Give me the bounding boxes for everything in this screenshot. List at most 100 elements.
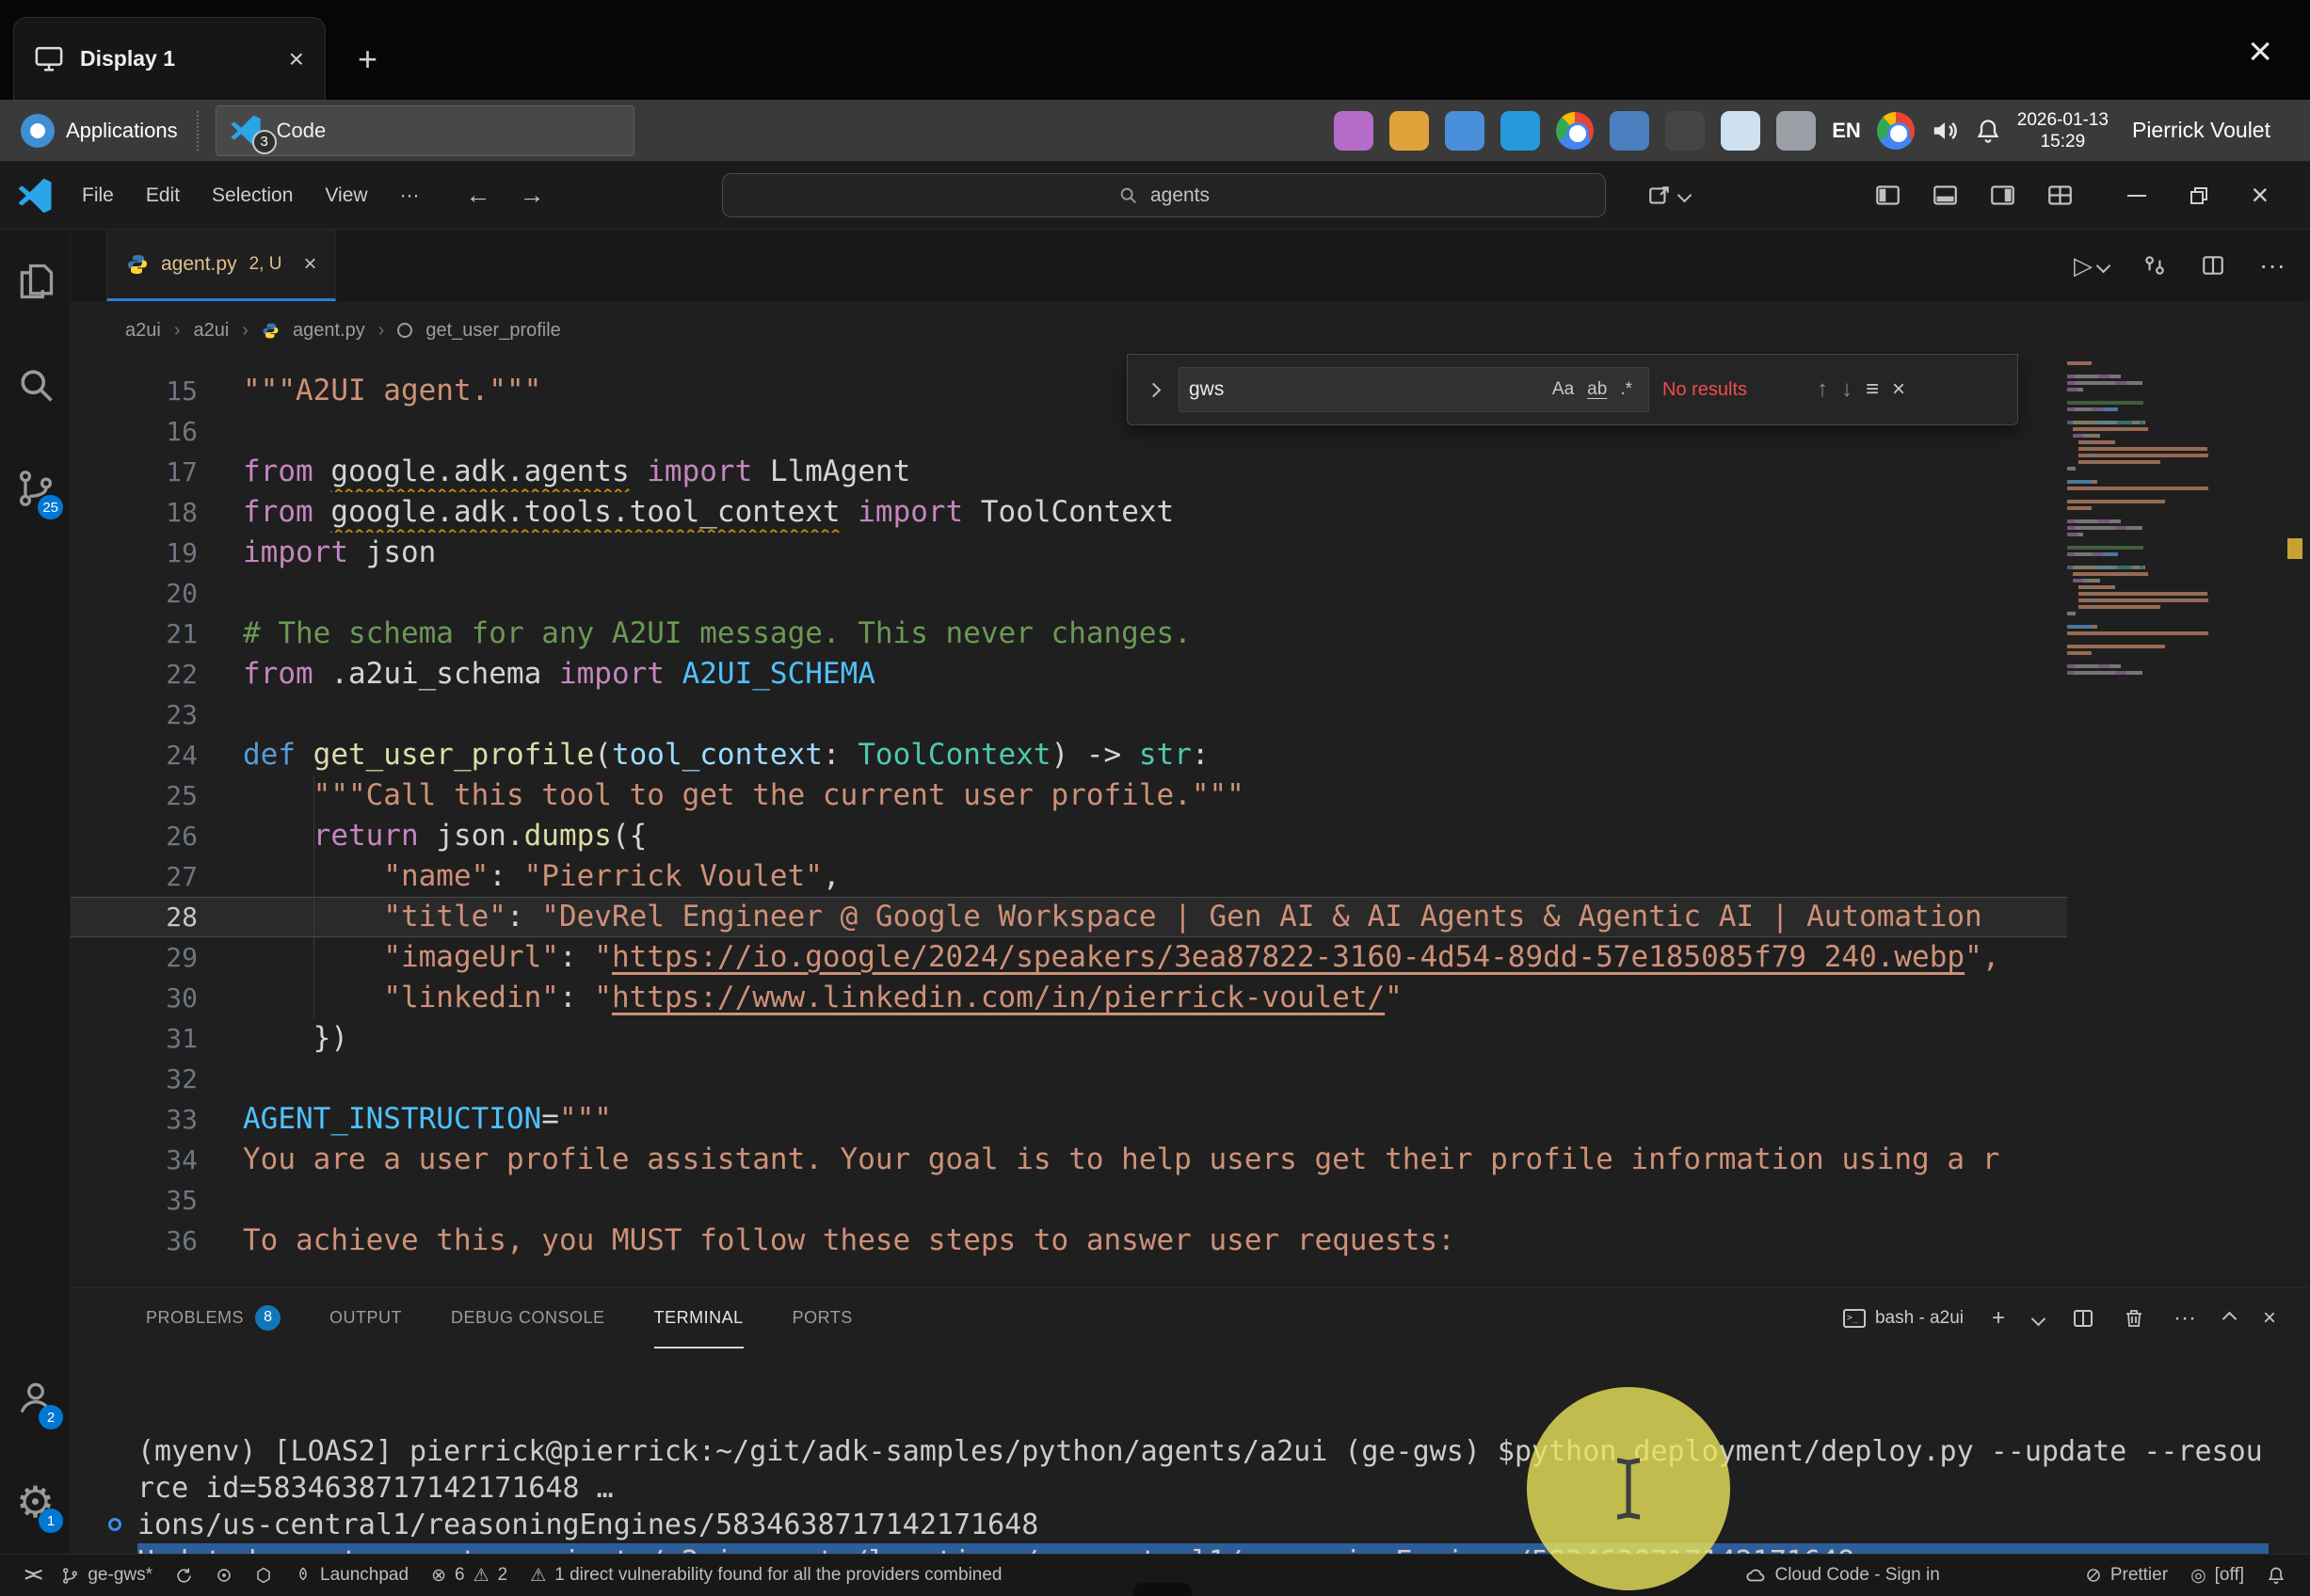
nav-back-icon[interactable]: ← xyxy=(466,181,491,210)
git-branch-item[interactable]: ge-gws* xyxy=(50,1555,164,1596)
find-close-icon[interactable]: × xyxy=(1892,376,1905,403)
close-icon[interactable]: × xyxy=(2251,178,2269,213)
breadcrumb-item-get_user_profile[interactable]: get_user_profile xyxy=(425,320,560,342)
status-extra-icon-2[interactable] xyxy=(244,1555,283,1596)
clock[interactable]: 2026-01-13 15:29 xyxy=(2017,109,2109,152)
activitybar-settings-icon[interactable]: ⚙ 1 xyxy=(0,1450,71,1554)
session-switcher[interactable] xyxy=(1647,162,1690,229)
code-line-23[interactable]: 23 xyxy=(71,694,2067,735)
find-previous-icon[interactable]: ↑ xyxy=(1817,376,1828,403)
command-decoration-icon[interactable] xyxy=(108,1518,121,1531)
restore-icon[interactable] xyxy=(2188,184,2210,207)
code-line-20[interactable]: 20 xyxy=(71,573,2067,614)
open-changes-icon[interactable] xyxy=(2142,253,2167,278)
code-line-29[interactable]: 29 "imageUrl": "https://io.google/2024/s… xyxy=(71,937,2067,978)
toggle-primary-sidebar-icon[interactable] xyxy=(1875,183,1901,208)
applications-menu-button[interactable]: Applications xyxy=(11,100,187,161)
code-line-24[interactable]: 24def get_user_profile(tool_context: Too… xyxy=(71,735,2067,775)
display-tab[interactable]: Display 1 × xyxy=(13,17,326,100)
tray-icon-app-magenta[interactable] xyxy=(1334,111,1373,151)
code-line-19[interactable]: 19import json xyxy=(71,533,2067,573)
editor-tab-agent-py[interactable]: agent.py 2, U × xyxy=(106,230,336,301)
toggle-secondary-sidebar-icon[interactable] xyxy=(1990,183,2015,208)
menu-file[interactable]: File xyxy=(68,177,128,215)
panel-tab-problems[interactable]: PROBLEMS8 xyxy=(146,1288,281,1349)
tray-icon-tools[interactable] xyxy=(1776,111,1816,151)
find-in-selection-icon[interactable]: ≡ xyxy=(1866,376,1879,403)
tray-icon-files[interactable] xyxy=(1610,111,1649,151)
code-line-30[interactable]: 30 "linkedin": "https://www.linkedin.com… xyxy=(71,978,2067,1018)
find-expand-chevron-icon[interactable] xyxy=(1141,385,1165,395)
panel-tab-output[interactable]: OUTPUT xyxy=(329,1288,402,1349)
new-tab-button[interactable]: + xyxy=(358,40,377,79)
display-tab-close-icon[interactable]: × xyxy=(289,44,304,74)
activitybar-source-control-icon[interactable]: 25 xyxy=(0,437,71,540)
remote-indicator[interactable]: >< xyxy=(13,1555,50,1596)
nav-forward-icon[interactable]: → xyxy=(520,181,545,210)
activitybar-accounts-icon[interactable]: 2 xyxy=(0,1347,71,1450)
tray-icon-gallery[interactable] xyxy=(1445,111,1484,151)
panel-tab-debug-console[interactable]: DEBUG CONSOLE xyxy=(451,1288,605,1349)
find-input[interactable] xyxy=(1189,378,1546,401)
prettier-status-item[interactable]: Prettier xyxy=(2074,1555,2179,1596)
run-python-file-button[interactable]: ▷ xyxy=(2074,251,2109,280)
code-line-27[interactable]: 27 "name": "Pierrick Voulet", xyxy=(71,856,2067,897)
breadcrumb-item-a2ui[interactable]: a2ui xyxy=(193,320,229,342)
menu-more[interactable]: ··· xyxy=(386,177,434,215)
panel-more-actions-icon[interactable]: ··· xyxy=(2174,1305,2196,1332)
maximize-panel-icon[interactable] xyxy=(2222,1311,2238,1326)
keyboard-layout-indicator[interactable]: EN xyxy=(1832,119,1861,143)
taskbar-window-button-code[interactable]: 3 Code xyxy=(216,105,634,156)
terminal-profile-chevron-icon[interactable] xyxy=(2031,1311,2046,1326)
launchpad-item[interactable]: Launchpad xyxy=(283,1555,420,1596)
code-line-32[interactable]: 32 xyxy=(71,1059,2067,1099)
chrome-icon[interactable] xyxy=(1877,112,1915,150)
tray-icon-app-amber[interactable] xyxy=(1389,111,1429,151)
more-actions-icon[interactable]: ··· xyxy=(2259,250,2286,280)
status-extra-icon-1[interactable] xyxy=(204,1555,244,1596)
menu-view[interactable]: View xyxy=(311,177,381,215)
window-close-button[interactable]: × xyxy=(2248,28,2272,75)
code-line-31[interactable]: 31 }) xyxy=(71,1018,2067,1059)
vscode-logo-icon[interactable] xyxy=(17,178,53,214)
code-line-34[interactable]: 34You are a user profile assistant. Your… xyxy=(71,1140,2067,1180)
code-line-22[interactable]: 22from .a2ui_schema import A2UI_SCHEMA xyxy=(71,654,2067,694)
screencast-off-item[interactable]: ◎ [off] xyxy=(2179,1555,2255,1596)
customize-layout-icon[interactable] xyxy=(2047,183,2073,208)
menu-selection[interactable]: Selection xyxy=(198,177,307,215)
panel-tab-terminal[interactable]: TERMINAL xyxy=(654,1288,744,1349)
tray-icon-chrome[interactable] xyxy=(1556,112,1594,150)
code-line-35[interactable]: 35 xyxy=(71,1180,2067,1221)
find-next-icon[interactable]: ↓ xyxy=(1841,376,1853,403)
code-line-36[interactable]: 36To achieve this, you MUST follow these… xyxy=(71,1221,2067,1261)
code-line-33[interactable]: 33AGENT_INSTRUCTION=""" xyxy=(71,1099,2067,1140)
cloud-code-signin-item[interactable]: Cloud Code - Sign in xyxy=(1734,1555,1950,1596)
match-case-toggle[interactable]: Aa xyxy=(1546,376,1580,403)
terminal-instance-chip[interactable]: >_ bash - a2ui xyxy=(1843,1308,1964,1329)
code-line-25[interactable]: 25 """Call this tool to get the current … xyxy=(71,775,2067,816)
tray-icon-screenshot[interactable] xyxy=(1665,111,1705,151)
tray-icon-display[interactable] xyxy=(1721,111,1760,151)
split-terminal-icon[interactable] xyxy=(2072,1307,2094,1330)
menu-edit[interactable]: Edit xyxy=(132,177,194,215)
problems-status-item[interactable]: ⊗ 6 ⚠ 2 xyxy=(420,1555,519,1596)
minimap[interactable] xyxy=(2067,359,2278,1287)
activitybar-explorer-icon[interactable] xyxy=(0,230,71,333)
code-line-26[interactable]: 26 return json.dumps({ xyxy=(71,816,2067,856)
toggle-panel-icon[interactable] xyxy=(1933,183,1958,208)
panel-tab-ports[interactable]: PORTS xyxy=(793,1288,853,1349)
new-terminal-icon[interactable]: + xyxy=(1992,1305,2005,1332)
volume-icon[interactable] xyxy=(1931,117,1959,145)
split-editor-icon[interactable] xyxy=(2201,253,2225,278)
code-viewport[interactable]: 15"""A2UI agent."""1617from google.adk.a… xyxy=(71,359,2067,1287)
statusbar-bell-icon[interactable] xyxy=(2255,1555,2297,1596)
kill-terminal-trash-icon[interactable] xyxy=(2123,1307,2145,1330)
regex-toggle[interactable]: .* xyxy=(1613,376,1639,403)
close-panel-icon[interactable]: × xyxy=(2263,1305,2276,1332)
tab-close-icon[interactable]: × xyxy=(303,251,316,278)
git-sync-icon[interactable] xyxy=(164,1555,204,1596)
breadcrumb-item-agent-py[interactable]: agent.py xyxy=(293,320,365,342)
vulnerability-status-item[interactable]: ⚠ 1 direct vulnerability found for all t… xyxy=(519,1555,1013,1596)
code-line-28[interactable]: 28 "title": "DevRel Engineer @ Google Wo… xyxy=(71,897,2067,937)
command-center-search[interactable]: agents xyxy=(722,173,1606,217)
